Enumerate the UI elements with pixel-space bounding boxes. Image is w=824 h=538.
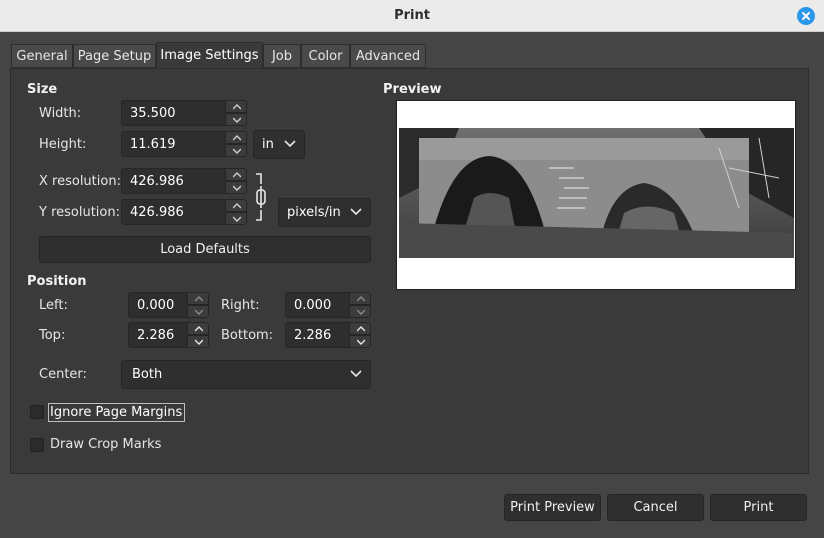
center-select[interactable]: Both — [121, 360, 371, 389]
x-resolution-label: X resolution: — [39, 174, 121, 189]
tab-general[interactable]: General — [11, 44, 73, 68]
print-button[interactable]: Print — [710, 494, 807, 521]
preview-heading: Preview — [383, 82, 442, 97]
window-title: Print — [394, 8, 430, 23]
width-spinner[interactable] — [225, 100, 247, 126]
title-bar: Print — [0, 0, 824, 32]
size-heading: Size — [27, 82, 58, 97]
draw-crop-marks-checkbox[interactable] — [30, 438, 44, 452]
height-label: Height: — [39, 137, 87, 152]
top-field[interactable]: 2.286 — [128, 322, 189, 348]
left-field[interactable]: 0.000 — [128, 292, 189, 318]
tab-image-settings[interactable]: Image Settings — [156, 42, 263, 69]
chevron-down-icon — [284, 140, 296, 148]
top-label: Top: — [39, 328, 66, 343]
bottom-spinner[interactable] — [349, 322, 371, 348]
tab-color[interactable]: Color — [301, 44, 350, 68]
width-label: Width: — [39, 106, 82, 121]
top-spinner[interactable] — [187, 322, 209, 348]
right-field[interactable]: 0.000 — [285, 292, 351, 318]
tab-advanced[interactable]: Advanced — [350, 44, 426, 68]
bottom-field[interactable]: 2.286 — [285, 322, 351, 348]
x-resolution-field[interactable]: 426.986 — [121, 168, 227, 194]
print-preview-button[interactable]: Print Preview — [504, 494, 601, 521]
x-resolution-spinner[interactable] — [225, 168, 247, 194]
position-heading: Position — [27, 274, 87, 289]
chevron-down-icon — [350, 370, 362, 378]
left-label: Left: — [39, 298, 68, 313]
y-resolution-field[interactable]: 426.986 — [121, 199, 227, 225]
size-unit-select[interactable]: in — [253, 130, 305, 159]
y-resolution-spinner[interactable] — [225, 199, 247, 225]
ignore-page-margins-checkbox[interactable] — [30, 405, 44, 419]
left-spinner[interactable] — [187, 292, 209, 318]
height-spinner[interactable] — [225, 131, 247, 157]
close-icon[interactable] — [797, 7, 815, 25]
y-resolution-label: Y resolution: — [39, 205, 120, 220]
load-defaults-button[interactable]: Load Defaults — [39, 236, 371, 263]
chain-link-icon[interactable] — [252, 172, 266, 222]
right-label: Right: — [221, 298, 260, 313]
resolution-unit-select[interactable]: pixels/in — [278, 198, 371, 227]
height-field[interactable]: 11.619 — [121, 131, 227, 157]
right-spinner[interactable] — [349, 292, 371, 318]
ignore-page-margins-label[interactable]: Ignore Page Margins — [48, 403, 186, 422]
preview-image — [399, 128, 794, 258]
width-field[interactable]: 35.500 — [121, 100, 227, 126]
bottom-label: Bottom: — [221, 328, 274, 343]
cancel-button[interactable]: Cancel — [607, 494, 704, 521]
tab-page-setup[interactable]: Page Setup — [73, 44, 156, 68]
tab-job[interactable]: Job — [263, 44, 301, 68]
center-label: Center: — [39, 367, 87, 382]
draw-crop-marks-label[interactable]: Draw Crop Marks — [50, 437, 161, 452]
chevron-down-icon — [350, 208, 362, 216]
